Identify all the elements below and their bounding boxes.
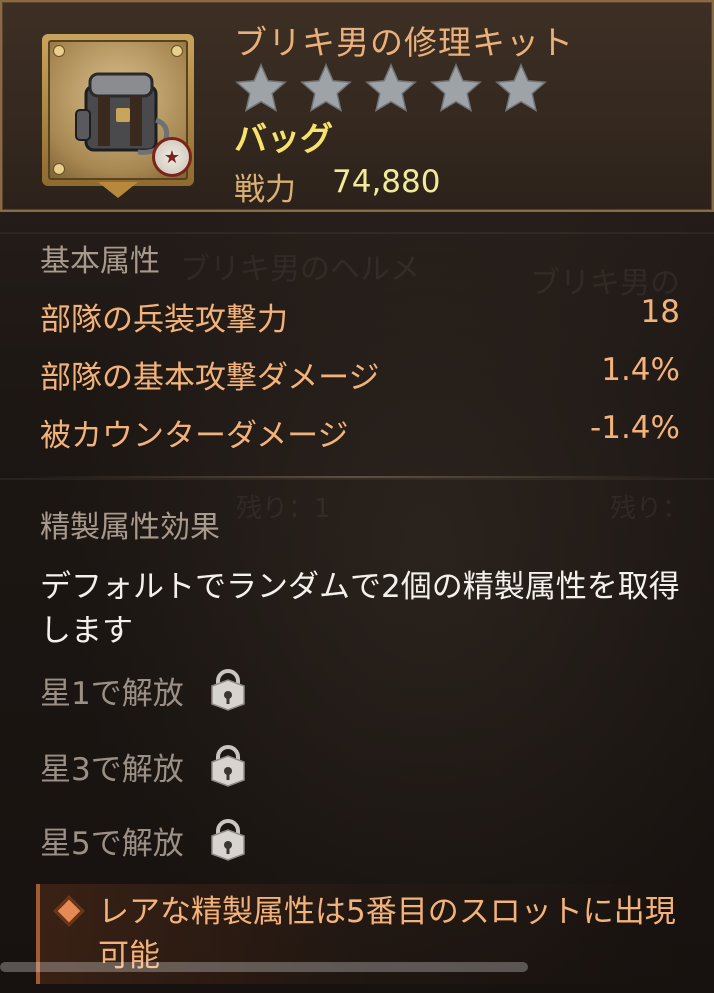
unlock-row-star-3: 星3で解放 [40, 744, 248, 788]
lock-icon [210, 745, 245, 787]
power-value: 74,880 [332, 164, 441, 200]
refine-attributes-title: 精製属性効果 [40, 510, 220, 545]
star-icon [300, 63, 352, 112]
item-name: ブリキ男の修理キット [234, 23, 574, 62]
frame-pointer [98, 182, 138, 198]
background-remaining-2: 残り： [610, 494, 689, 524]
stat-row: 被カウンターダメージ -1.4% [40, 410, 680, 454]
unlock-label: 星1で解放 [40, 675, 184, 712]
star-badge-icon: ★ [152, 137, 192, 177]
item-tooltip-panel: ブリキ男のヘルメ ブリキ男の 残り：1 残り： ★ ブリキ男の修理キット バッグ… [0, 0, 714, 993]
frame-rivet [53, 163, 65, 175]
background-remaining: 残り：1 [236, 494, 331, 524]
unlock-row-star-5: 星5で解放 [40, 818, 248, 862]
star-icon [235, 63, 287, 112]
stat-value: 18 [640, 294, 680, 330]
section-divider [26, 476, 688, 478]
refine-description: デフォルトでランダムで2個の精製属性を取得します [40, 569, 680, 649]
stat-row: 部隊の兵装攻撃力 18 [40, 294, 680, 338]
basic-attributes-title: 基本属性 [40, 244, 160, 279]
lock-icon [210, 819, 245, 861]
power-label: 戦力 [234, 172, 296, 208]
stat-label: 被カウンターダメージ [40, 418, 349, 454]
star-icon [430, 63, 482, 112]
diamond-icon [53, 895, 85, 927]
star-icon [495, 63, 547, 112]
stat-value: 1.4% [601, 352, 680, 388]
unlock-label: 星3で解放 [40, 751, 184, 788]
frame-rivet [53, 45, 65, 57]
background-item-name: ブリキ男のヘルメ [180, 252, 420, 287]
stat-row: 部隊の基本攻撃ダメージ 1.4% [40, 352, 680, 396]
star-icon [365, 63, 417, 112]
stat-value: -1.4% [590, 410, 680, 446]
unlock-row-star-1: 星1で解放 [40, 668, 248, 712]
background-divider [0, 232, 714, 234]
stat-label: 部隊の基本攻撃ダメージ [40, 360, 380, 396]
frame-rivet [171, 45, 183, 57]
item-type: バッグ [234, 119, 333, 158]
star-rating [230, 60, 552, 118]
horizontal-scrollbar[interactable] [0, 962, 528, 972]
item-header: ★ ブリキ男の修理キット バッグ 戦力 74,880 [0, 0, 714, 212]
background-divider-2 [0, 478, 714, 480]
unlock-label: 星5で解放 [40, 825, 184, 862]
lock-icon [210, 669, 245, 711]
stat-label: 部隊の兵装攻撃力 [40, 302, 288, 338]
